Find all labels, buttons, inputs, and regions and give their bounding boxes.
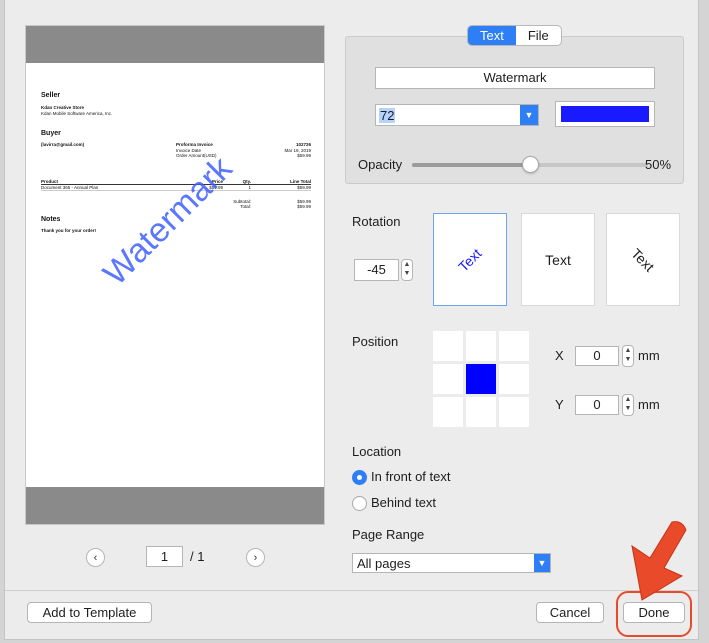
stepper-down-icon: ▼ [624,356,632,363]
footer-divider [5,590,698,591]
position-cell-top-left[interactable] [433,331,463,361]
watermark-text-input[interactable]: Watermark [375,67,655,89]
font-size-combobox[interactable]: 72 ▼ [375,104,539,126]
behind-text-radio[interactable] [352,496,367,511]
next-page-button[interactable]: › [246,548,265,567]
in-front-radio[interactable] [352,470,367,485]
watermark-dialog: Seller Kdan Creative Store Kdan Mobile S… [4,0,699,640]
tab-text[interactable]: Text [468,26,516,45]
stepper-up-icon: ▲ [624,396,632,403]
x-offset-stepper[interactable]: ▲ ▼ [622,345,634,367]
opacity-value: 50% [645,157,672,172]
page-range-select[interactable]: All pages ▼ [352,553,551,573]
rotation-option-diagonal-down[interactable]: Text [606,213,680,306]
rotation-option-label: Text [628,244,658,275]
total-label: Total: [240,204,251,209]
cell-product: Document 365 - Annual Plan [41,184,99,190]
cancel-button[interactable]: Cancel [536,602,604,623]
chevron-right-icon: › [253,551,258,564]
col-product: Product [41,178,59,184]
color-swatch [561,106,649,122]
position-cell-bottom-right[interactable] [499,397,529,427]
total-value: $59.99 [297,204,311,209]
col-line-total: Line Total [290,178,311,184]
y-offset-stepper[interactable]: ▲ ▼ [622,394,634,416]
x-unit-label: mm [638,348,660,363]
rotation-input[interactable]: -45 [354,259,399,281]
rotation-label: Rotation [352,214,401,229]
add-to-template-button[interactable]: Add to Template [27,602,152,623]
prev-page-button[interactable]: ‹ [86,548,105,567]
document-preview: Seller Kdan Creative Store Kdan Mobile S… [25,25,325,525]
position-grid [433,331,529,427]
rotation-option-label: Text [455,244,485,275]
position-cell-middle-left[interactable] [433,364,463,394]
position-cell-center[interactable] [466,364,496,394]
buyer-heading: Buyer [41,130,61,137]
cell-line-total: $59.99 [297,184,311,190]
y-label: Y [555,397,564,412]
x-label: X [555,348,564,363]
color-picker-button[interactable] [555,101,655,127]
page-range-label: Page Range [352,527,425,542]
y-offset-input[interactable]: 0 [575,395,619,415]
chevron-down-icon: ▼ [534,554,550,572]
in-front-label[interactable]: In front of text [371,469,451,484]
opacity-slider-knob[interactable] [522,156,539,173]
x-offset-input[interactable]: 0 [575,346,619,366]
source-tab-control: Text File [467,25,562,46]
position-cell-top-center[interactable] [466,331,496,361]
tab-file[interactable]: File [516,26,561,45]
page-total: / 1 [190,549,205,564]
chevron-down-icon[interactable]: ▼ [520,105,538,125]
position-cell-middle-right[interactable] [499,364,529,394]
stepper-down-icon: ▼ [403,270,411,277]
position-cell-bottom-left[interactable] [433,397,463,427]
stepper-up-icon: ▲ [403,261,411,268]
position-cell-top-right[interactable] [499,331,529,361]
chevron-left-icon: ‹ [93,551,98,564]
rotation-stepper[interactable]: ▲ ▼ [401,259,413,281]
rotation-option-diagonal-up[interactable]: Text [433,213,507,306]
rotation-option-label: Text [545,251,571,268]
behind-text-label[interactable]: Behind text [371,495,436,510]
order-amount: $59.99 [297,153,311,158]
rotation-option-horizontal[interactable]: Text [521,213,595,306]
opacity-slider-fill [412,163,530,167]
page-range-value: All pages [357,556,411,571]
buyer-email: (lavirra@gmail.com) [41,142,85,147]
font-size-value: 72 [379,108,396,123]
stepper-down-icon: ▼ [624,405,632,412]
invoice-meta: (lavirra@gmail.com) Proforma Invoice Inv… [41,142,311,159]
y-unit-label: mm [638,397,660,412]
location-label: Location [352,444,402,459]
preview-bottom-band [26,487,324,524]
seller-heading: Seller [41,92,61,99]
stepper-up-icon: ▲ [624,347,632,354]
position-label: Position [352,334,399,349]
pointer-arrow-icon [631,521,687,601]
opacity-label: Opacity [358,157,403,172]
position-cell-bottom-center[interactable] [466,397,496,427]
preview-top-band [26,26,324,63]
page-number-input[interactable]: 1 [146,546,183,567]
